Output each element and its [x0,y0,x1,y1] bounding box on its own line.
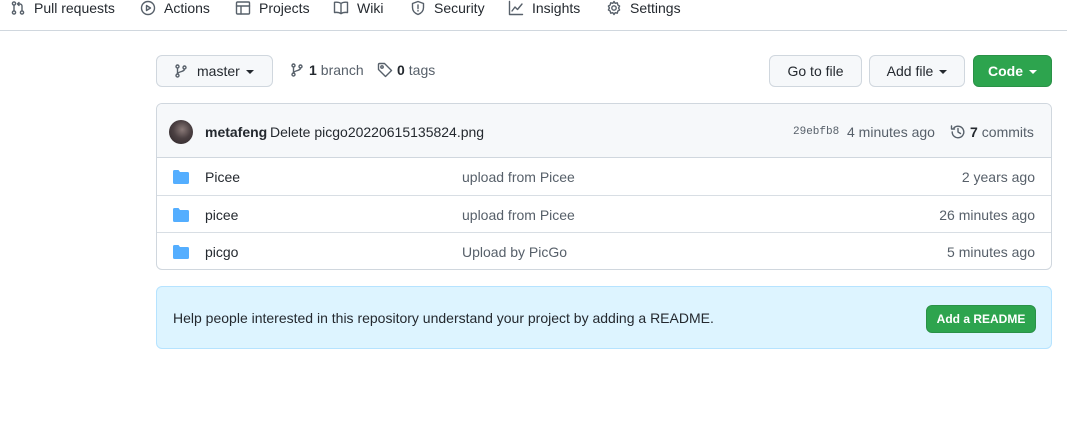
file-commit-time: 2 years ago [961,169,1035,185]
tab-wiki[interactable]: Wiki [333,0,383,18]
file-commit-message[interactable]: Upload by PicGo [462,244,567,260]
go-to-file-label: Go to file [787,63,844,79]
folder-icon [173,170,189,184]
tab-label: Projects [259,0,310,16]
tags-link[interactable]: 0 tags [377,62,435,78]
commits-link[interactable]: 7 commits [950,124,1034,140]
tab-pull-requests[interactable]: Pull requests [10,0,115,18]
tab-security[interactable]: Security [410,0,485,18]
add-file-label: Add file [886,63,934,79]
tab-label: Wiki [357,0,384,16]
graph-icon [508,0,524,16]
tab-label: Pull requests [34,0,115,16]
tab-label: Security [434,0,485,16]
tag-label: tags [408,62,436,78]
commit-message[interactable]: Delete picgo20220615135824.png [270,124,484,140]
tag-icon [377,62,393,78]
pull-request-icon [11,1,25,15]
commit-count-label: commits [981,124,1034,140]
go-to-file-button[interactable]: Go to file [769,55,862,87]
list-item[interactable]: picgo Upload by PicGo 5 minutes ago [157,232,1051,269]
tag-count: 0 [397,62,405,78]
history-icon [950,125,965,139]
branch-count: 1 [309,62,317,78]
list-item[interactable]: picee upload from Picee 26 minutes ago [157,195,1051,232]
git-branch-icon [291,63,303,77]
table-icon [235,1,251,15]
tab-insights[interactable]: Insights [508,0,580,18]
tab-settings[interactable]: Settings [606,0,681,18]
file-commit-time: 26 minutes ago [939,207,1035,223]
shield-icon [411,0,425,16]
add-readme-button[interactable]: Add a README [926,305,1036,333]
chevron-down-icon [1029,70,1037,74]
chevron-down-icon [245,70,254,74]
book-icon [333,1,349,15]
add-readme-label: Add a README [936,312,1026,326]
chevron-down-icon [939,70,948,74]
readme-message: Help people interested in this repositor… [173,310,714,326]
file-name[interactable]: picee [205,207,238,223]
file-commit-time: 5 minutes ago [947,244,1035,260]
branch-select-button[interactable]: master [156,55,273,87]
git-branch-icon [175,64,187,78]
folder-icon [173,245,189,259]
tab-label: Settings [630,0,681,16]
play-circle-icon [140,0,156,16]
list-item[interactable]: Picee upload from Picee 2 years ago [157,158,1051,195]
tab-label: Insights [532,0,581,16]
branch-name: master [197,63,240,79]
gear-icon [607,0,621,16]
file-commit-message[interactable]: upload from Picee [462,207,575,223]
branches-link[interactable]: 1 branch [289,62,364,78]
add-file-button[interactable]: Add file [869,55,965,87]
file-list: metafeng Delete picgo20220615135824.png … [156,103,1052,270]
commit-time: 4 minutes ago [847,124,935,140]
file-name[interactable]: picgo [205,244,238,260]
commit-sha[interactable]: 29ebfb8 [793,126,839,138]
file-name[interactable]: Picee [205,169,240,185]
latest-commit-bar: metafeng Delete picgo20220615135824.png … [157,104,1051,158]
branch-label: branch [320,62,364,78]
commit-count: 7 [970,124,978,140]
file-commit-message[interactable]: upload from Picee [462,169,575,185]
tab-label: Actions [164,0,210,16]
repo-tab-nav: Pull requests Actions Projects Wiki Secu… [0,0,1067,31]
avatar[interactable] [169,120,193,144]
readme-prompt: Help people interested in this repositor… [156,286,1052,349]
tab-projects[interactable]: Projects [235,0,310,18]
tab-actions[interactable]: Actions [140,0,210,18]
commit-author[interactable]: metafeng [205,124,267,140]
code-label: Code [988,63,1023,79]
folder-icon [173,208,189,222]
code-button[interactable]: Code [973,55,1052,87]
